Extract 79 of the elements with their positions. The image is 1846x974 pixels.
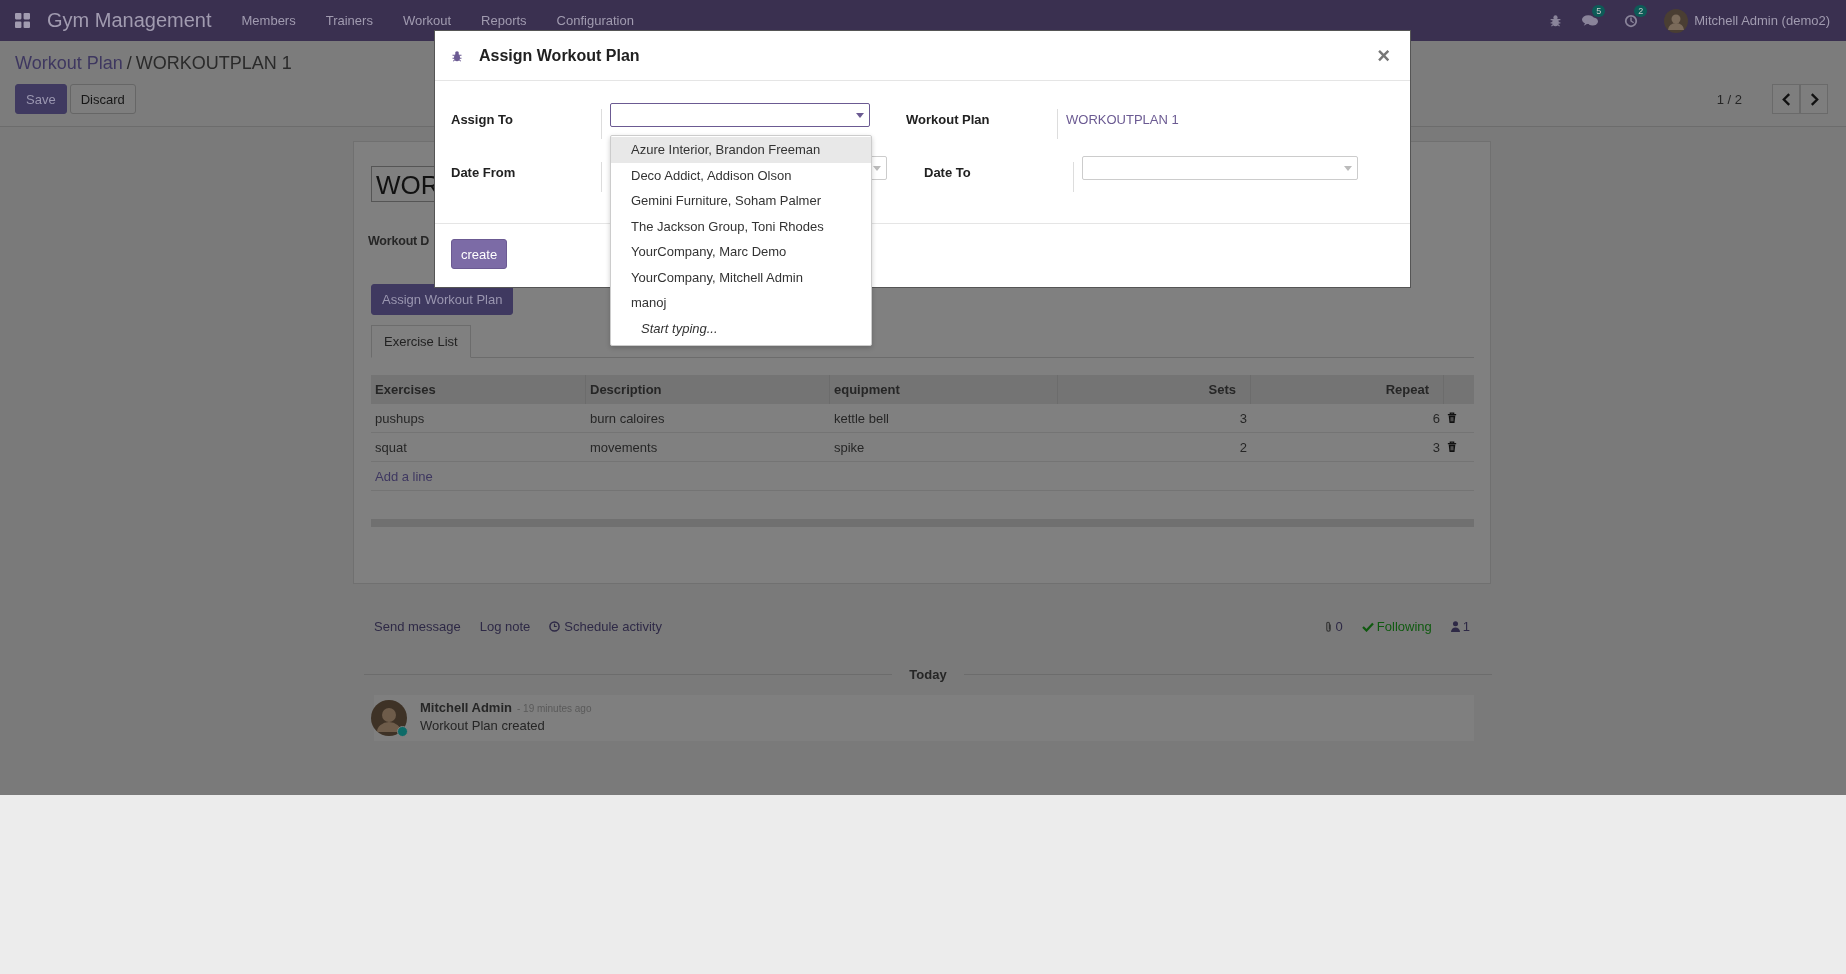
column-header[interactable]: Exercises — [371, 375, 586, 404]
create-button[interactable]: create — [451, 239, 508, 269]
dropdown-option[interactable]: The Jackson Group, Toni Rhodes — [611, 213, 871, 239]
dropdown-option[interactable]: Gemini Furniture, Soham Palmer — [611, 188, 871, 214]
menu-item[interactable]: Members — [241, 13, 296, 28]
message-count-badge: 5 — [1592, 5, 1606, 17]
field-label: Date To — [924, 164, 972, 180]
column-header[interactable]: Description — [586, 375, 830, 404]
tab[interactable]: Exercise List — [371, 325, 471, 358]
menu-item[interactable]: Configuration — [556, 13, 634, 28]
field-label: Workout Plan — [906, 111, 991, 127]
table-cell-text: spike — [833, 439, 866, 455]
field-label: Assign To — [451, 111, 514, 127]
column-header[interactable]: equipment — [830, 375, 1058, 404]
assign-to-select[interactable] — [610, 103, 870, 127]
table-cell-text: 3 — [1238, 410, 1248, 426]
previous-button[interactable] — [1772, 84, 1800, 114]
trash-icon[interactable] — [1447, 441, 1457, 453]
dropdown-option[interactable]: Deco Addict, Addison Olson — [611, 162, 871, 188]
chat-icon[interactable] — [1582, 14, 1599, 27]
clock-icon[interactable] — [1624, 13, 1639, 28]
chatter-action-link[interactable]: Log note — [479, 619, 531, 634]
add-line-link[interactable]: Add a line — [371, 468, 830, 484]
chatter-action-link[interactable]: Schedule activity — [549, 619, 662, 634]
pager-counter: 1 / 2 — [1716, 91, 1742, 107]
table-cell-text: 3 — [1431, 439, 1441, 455]
chevron-left-icon — [1781, 92, 1791, 106]
breadcrumb-separator: / — [126, 53, 132, 74]
plan-value-link[interactable]: WORKOUTPLAN 1 — [1066, 109, 1179, 127]
person-icon — [1450, 621, 1460, 632]
chevron-right-icon — [1809, 92, 1819, 106]
dialog-title: Assign Workout Plan — [479, 46, 640, 65]
attachments-count[interactable]: 0 — [1323, 619, 1343, 634]
paperclip-icon — [1323, 620, 1333, 633]
trash-icon[interactable] — [1447, 412, 1457, 424]
table-cell-text: kettle bell — [833, 410, 890, 426]
check-icon — [1361, 621, 1374, 632]
column-header[interactable]: Sets — [1058, 375, 1251, 404]
caret-icon — [873, 165, 881, 171]
table-cell-text: squat — [374, 439, 408, 455]
next-button[interactable] — [1800, 84, 1828, 114]
dropdown-option[interactable]: YourCompany, Marc Demo — [611, 239, 871, 265]
message-body: Workout Plan created — [420, 718, 546, 733]
activity-count-badge: 2 — [1634, 4, 1648, 17]
bug-icon — [451, 49, 463, 62]
breadcrumb-link[interactable]: Workout Plan — [15, 53, 123, 74]
menu-item[interactable]: Workout — [402, 13, 452, 28]
column-header[interactable]: Repeat — [1251, 375, 1444, 404]
field-label: Date From — [451, 164, 517, 180]
assign-workout-plan-button[interactable]: Assign Workout Plan — [371, 284, 514, 315]
date-separator: Today — [909, 667, 947, 682]
menu-item[interactable]: Reports — [481, 13, 527, 28]
table-cell-text: movements — [589, 439, 659, 455]
table-cell-text: pushups — [374, 410, 426, 426]
message-author: Mitchell Admin — [420, 700, 512, 715]
chatter-action-link[interactable]: Send message — [374, 619, 461, 634]
dropdown-hint: Start typing... — [640, 319, 719, 338]
user-avatar[interactable] — [1664, 8, 1689, 33]
app-name: Gym Management — [47, 9, 212, 32]
dropdown-option[interactable]: YourCompany, Mitchell Admin — [611, 264, 871, 290]
author-avatar — [371, 700, 407, 736]
save-button[interactable]: Save — [15, 84, 67, 114]
followers-count[interactable]: 1 — [1450, 619, 1470, 634]
dropdown-option[interactable]: Azure Interior, Brandon Freeman — [611, 137, 871, 163]
clock-icon — [549, 621, 561, 632]
bug-icon[interactable] — [1549, 14, 1563, 27]
field-label: Workout D — [368, 234, 431, 248]
caret-icon — [1344, 165, 1352, 171]
table-cell-text: 2 — [1238, 439, 1248, 455]
breadcrumb-current: WORKOUTPLAN 1 — [135, 53, 292, 74]
apps-grid-icon[interactable] — [15, 13, 30, 28]
user-name[interactable]: Mitchell Admin (demo2) — [1694, 13, 1830, 28]
close-button[interactable]: × — [1373, 42, 1394, 69]
caret-icon — [856, 112, 864, 118]
menu-item[interactable]: Trainers — [325, 13, 373, 28]
discard-button[interactable]: Discard — [69, 84, 136, 114]
table-cell-text: 6 — [1431, 410, 1441, 426]
dropdown-option[interactable]: manoj — [611, 290, 871, 316]
table-cell-text: burn caloires — [589, 410, 666, 426]
